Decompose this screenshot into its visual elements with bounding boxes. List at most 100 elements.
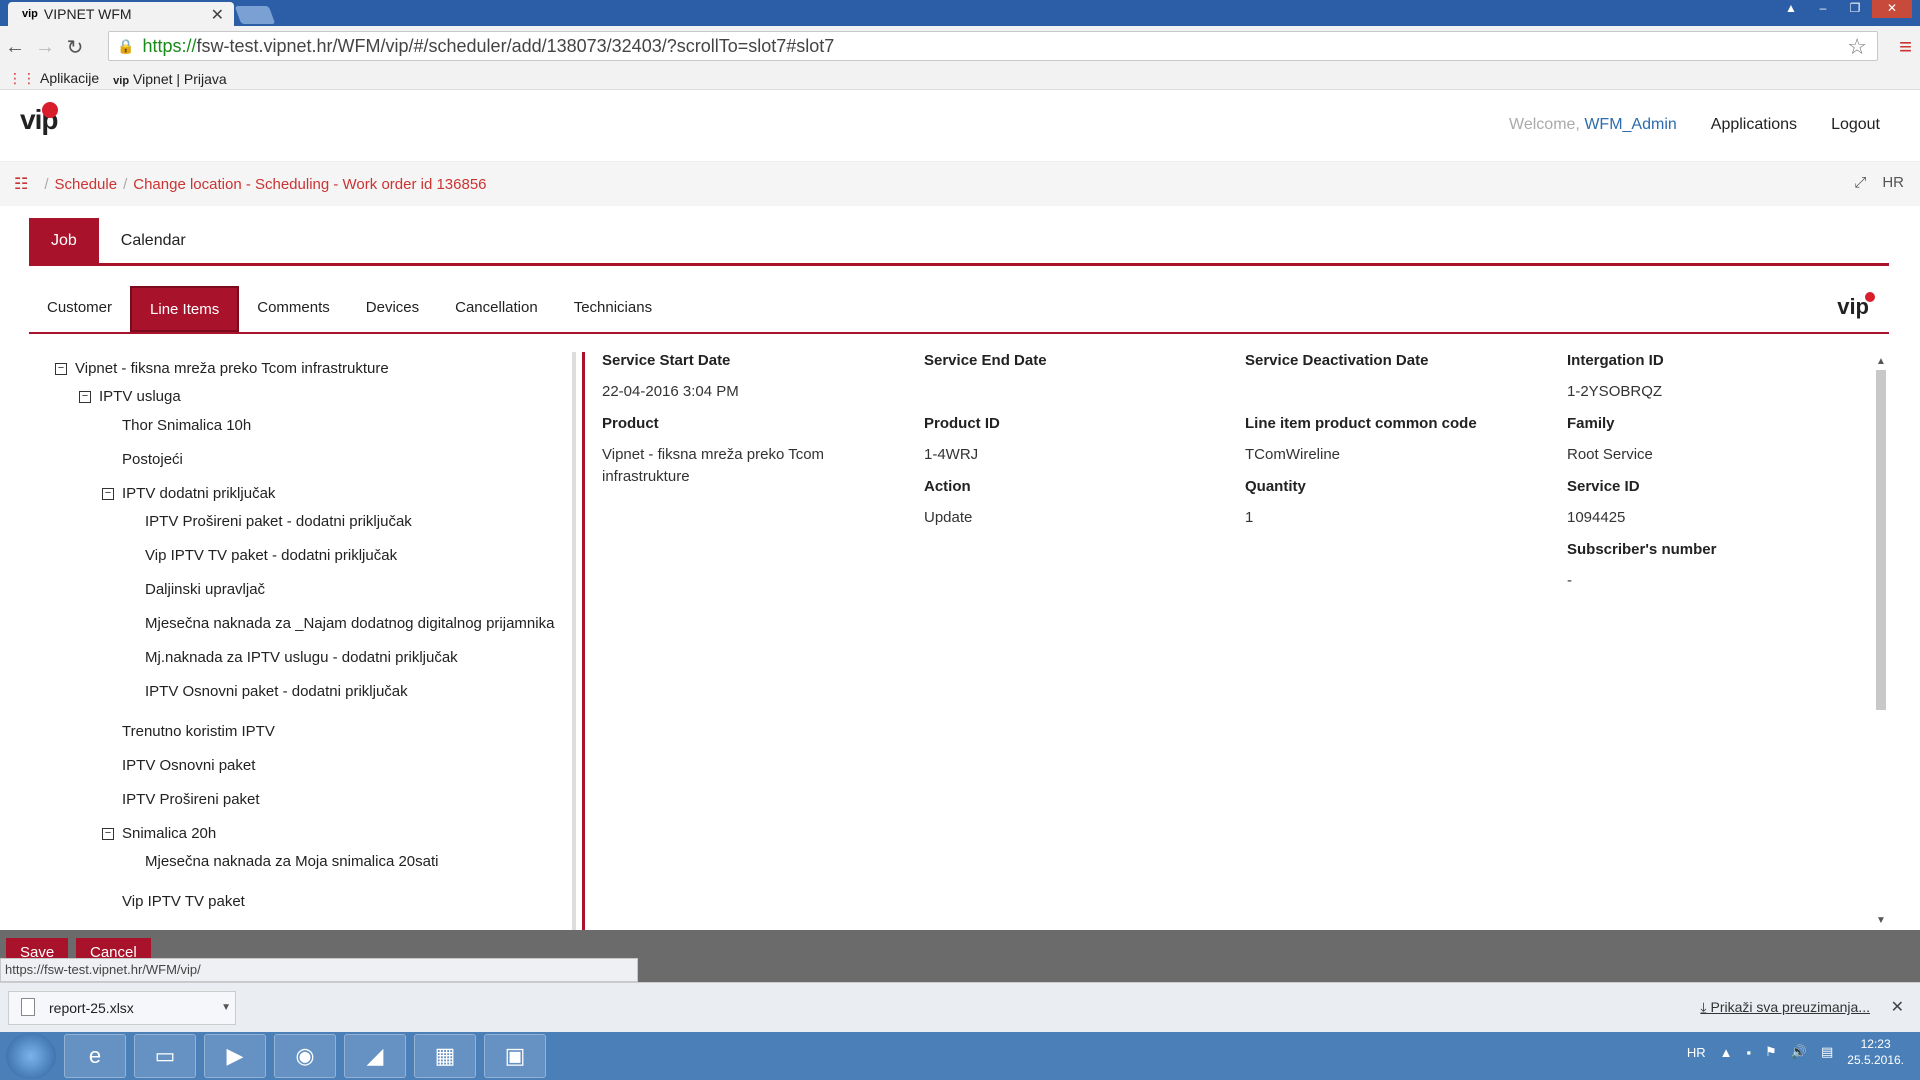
tree-node-vip-tv[interactable]: Vip IPTV TV paket xyxy=(122,893,245,910)
restore-icon[interactable]: ❐ xyxy=(1840,0,1870,18)
download-filename: report-25.xlsx xyxy=(49,1000,134,1016)
tree-node-d5[interactable]: Mj.naknada za IPTV uslugu - dodatni prik… xyxy=(145,649,458,666)
bookmark-apps[interactable]: ⋮⋮ Aplikacije xyxy=(8,70,99,87)
vip-bookmark-icon: vip xyxy=(113,74,130,87)
tree-node-iptv-usluga[interactable]: − IPTV usluga xyxy=(79,388,181,405)
chrome-menu-icon[interactable]: ≡ xyxy=(1899,34,1912,60)
tree-node-thor[interactable]: Thor Snimalica 10h xyxy=(122,417,251,434)
breadcrumb-schedule[interactable]: Schedule xyxy=(55,176,118,193)
tab-line-items[interactable]: Line Items xyxy=(130,286,240,332)
browser-titlebar: vip VIPNET WFM ✕ ▲ ‒ ❐ ✕ xyxy=(0,0,1920,26)
status-bar-url: https://fsw-test.vipnet.hr/WFM/vip/ xyxy=(0,958,638,982)
panel-divider xyxy=(582,352,585,930)
collapse-icon[interactable]: − xyxy=(79,391,91,404)
tab-customer[interactable]: Customer xyxy=(29,286,130,332)
collapse-icon[interactable]: − xyxy=(102,828,114,841)
file-explorer-icon[interactable]: ▭ xyxy=(134,1034,196,1078)
field-product-id: Product ID 1-4WRJ xyxy=(924,415,1000,463)
sub-tabs: Customer Line Items Comments Devices Can… xyxy=(29,286,1889,334)
show-all-downloads-link[interactable]: ⤓ Prikaži sva preuzimanja... xyxy=(1700,999,1870,1016)
file-icon xyxy=(21,998,35,1016)
tree-node-d1[interactable]: IPTV Prošireni paket - dodatni priključa… xyxy=(145,513,412,530)
tab-cancellation[interactable]: Cancellation xyxy=(437,286,556,332)
field-common-code: Line item product common code TComWireli… xyxy=(1245,415,1477,463)
forward-arrow-icon[interactable]: → xyxy=(30,36,60,59)
tab-technicians[interactable]: Technicians xyxy=(556,286,670,332)
network-icon[interactable]: ▤ xyxy=(1821,1044,1833,1060)
details-scrollbar[interactable]: ▲ ▼ xyxy=(1874,356,1888,926)
network-app-icon[interactable]: ▦ xyxy=(414,1034,476,1078)
close-window-icon[interactable]: ✕ xyxy=(1872,0,1912,18)
start-button[interactable] xyxy=(6,1033,56,1079)
app-header: vip Welcome, WFM_Admin Applications Logo… xyxy=(0,90,1920,162)
scroll-up-icon[interactable]: ▲ xyxy=(1876,356,1886,367)
browser-tab[interactable]: vip VIPNET WFM ✕ xyxy=(8,2,234,26)
tree-node-prosireni[interactable]: IPTV Prošireni paket xyxy=(122,791,260,808)
tree-node-postojeci[interactable]: Postojeći xyxy=(122,451,183,468)
line-items-tree: − Vipnet - fiksna mreža preko Tcom infras… xyxy=(40,350,580,930)
clock[interactable]: 12:23 25.5.2016. xyxy=(1847,1036,1904,1068)
field-service-end: Service End Date xyxy=(924,352,1047,369)
volume-icon[interactable]: 🔊 xyxy=(1791,1044,1807,1060)
app-icon[interactable]: ◢ xyxy=(344,1034,406,1078)
bookmark-vipnet[interactable]: vip Vipnet | Prijava xyxy=(113,71,227,87)
tree-node-d2[interactable]: Vip IPTV TV paket - dodatni priključak xyxy=(145,547,397,564)
scrollbar-thumb[interactable] xyxy=(1876,370,1886,710)
breadcrumb-current: Change location - Scheduling - Work orde… xyxy=(133,175,487,193)
apps-grid-icon[interactable]: ☷ xyxy=(14,174,28,194)
browser-toolbar: ← → ↻ 🔒 https://fsw-test.vipnet.hr/WFM/v… xyxy=(0,26,1920,68)
tree-node-snimalica[interactable]: − Snimalica 20h xyxy=(102,825,216,842)
internet-explorer-icon[interactable]: e xyxy=(64,1034,126,1078)
applications-link[interactable]: Applications xyxy=(1711,116,1797,134)
tree-node-dodatni[interactable]: − IPTV dodatni priključak xyxy=(102,485,275,502)
minimize-icon[interactable]: ‒ xyxy=(1808,0,1838,18)
window-app-icon[interactable]: ▣ xyxy=(484,1034,546,1078)
reload-icon[interactable]: ↻ xyxy=(60,35,90,60)
field-quantity: Quantity 1 xyxy=(1245,478,1306,526)
logout-link[interactable]: Logout xyxy=(1831,116,1880,134)
download-icon: ⤓ xyxy=(1700,999,1711,1015)
chevron-down-icon[interactable]: ▼ xyxy=(221,992,231,1024)
vip-favicon-icon: vip xyxy=(22,8,38,20)
tab-job[interactable]: Job xyxy=(29,218,99,263)
tree-node-trenutno[interactable]: Trenutno koristim IPTV xyxy=(122,723,275,740)
collapse-icon[interactable]: − xyxy=(102,488,114,501)
field-integration-id: Intergation ID 1-2YSOBRQZ xyxy=(1567,352,1664,400)
download-item[interactable]: report-25.xlsx ▼ xyxy=(8,991,236,1025)
language-indicator[interactable]: HR xyxy=(1687,1045,1706,1060)
tree-scrollbar[interactable] xyxy=(572,352,576,930)
user-icon[interactable]: ▲ xyxy=(1776,0,1806,18)
field-product: Product Vipnet - fiksna mreža preko Tcom… xyxy=(602,415,825,485)
tab-devices[interactable]: Devices xyxy=(348,286,437,332)
bookmark-star-icon[interactable]: ☆ xyxy=(1847,34,1867,60)
url-text: fsw-test.vipnet.hr/WFM/vip/#/scheduler/a… xyxy=(196,35,835,56)
language-switch[interactable]: HR xyxy=(1882,174,1904,191)
tab-calendar[interactable]: Calendar xyxy=(99,218,208,263)
tree-node-d6[interactable]: IPTV Osnovni paket - dodatni priključak xyxy=(145,683,408,700)
back-arrow-icon[interactable]: ← xyxy=(0,36,30,59)
tab-comments[interactable]: Comments xyxy=(239,286,348,332)
flag-icon[interactable]: ⚑ xyxy=(1765,1044,1777,1060)
chrome-icon[interactable]: ◉ xyxy=(274,1034,336,1078)
tree-node-root[interactable]: − Vipnet - fiksna mreža preko Tcom infras… xyxy=(55,360,389,377)
field-subscriber-number: Subscriber's number - xyxy=(1567,541,1717,589)
tray-app-icon[interactable]: ▪ xyxy=(1747,1045,1752,1060)
new-tab-button[interactable] xyxy=(234,6,276,24)
close-tab-icon[interactable]: ✕ xyxy=(211,5,224,25)
fullscreen-icon[interactable]: ⤢ xyxy=(1854,174,1866,191)
tree-node-d3[interactable]: Daljinski upravljač xyxy=(145,581,265,598)
media-player-icon[interactable]: ▶ xyxy=(204,1034,266,1078)
address-bar[interactable]: 🔒 https://fsw-test.vipnet.hr/WFM/vip/#/s… xyxy=(108,31,1878,61)
tree-node-osnovni[interactable]: IPTV Osnovni paket xyxy=(122,757,255,774)
header-nav: Welcome, WFM_Admin Applications Logout xyxy=(1509,116,1880,134)
close-icon[interactable]: ✕ xyxy=(1891,997,1904,1017)
tray-expand-icon[interactable]: ▲ xyxy=(1720,1045,1733,1060)
apps-grid-icon: ⋮⋮ xyxy=(8,70,36,86)
collapse-icon[interactable]: − xyxy=(55,363,67,376)
tree-node-d4[interactable]: Mjesečna naknada za _Najam dodatnog digi… xyxy=(145,615,554,632)
field-service-id: Service ID 1094425 xyxy=(1567,478,1640,526)
scroll-down-icon[interactable]: ▼ xyxy=(1876,915,1886,926)
user-name[interactable]: WFM_Admin xyxy=(1584,116,1676,133)
tree-node-snimalica-child[interactable]: Mjesečna naknada za Moja snimalica 20sat… xyxy=(145,853,439,870)
breadcrumb: ☷ / Schedule / Change location - Schedul… xyxy=(0,162,1920,206)
